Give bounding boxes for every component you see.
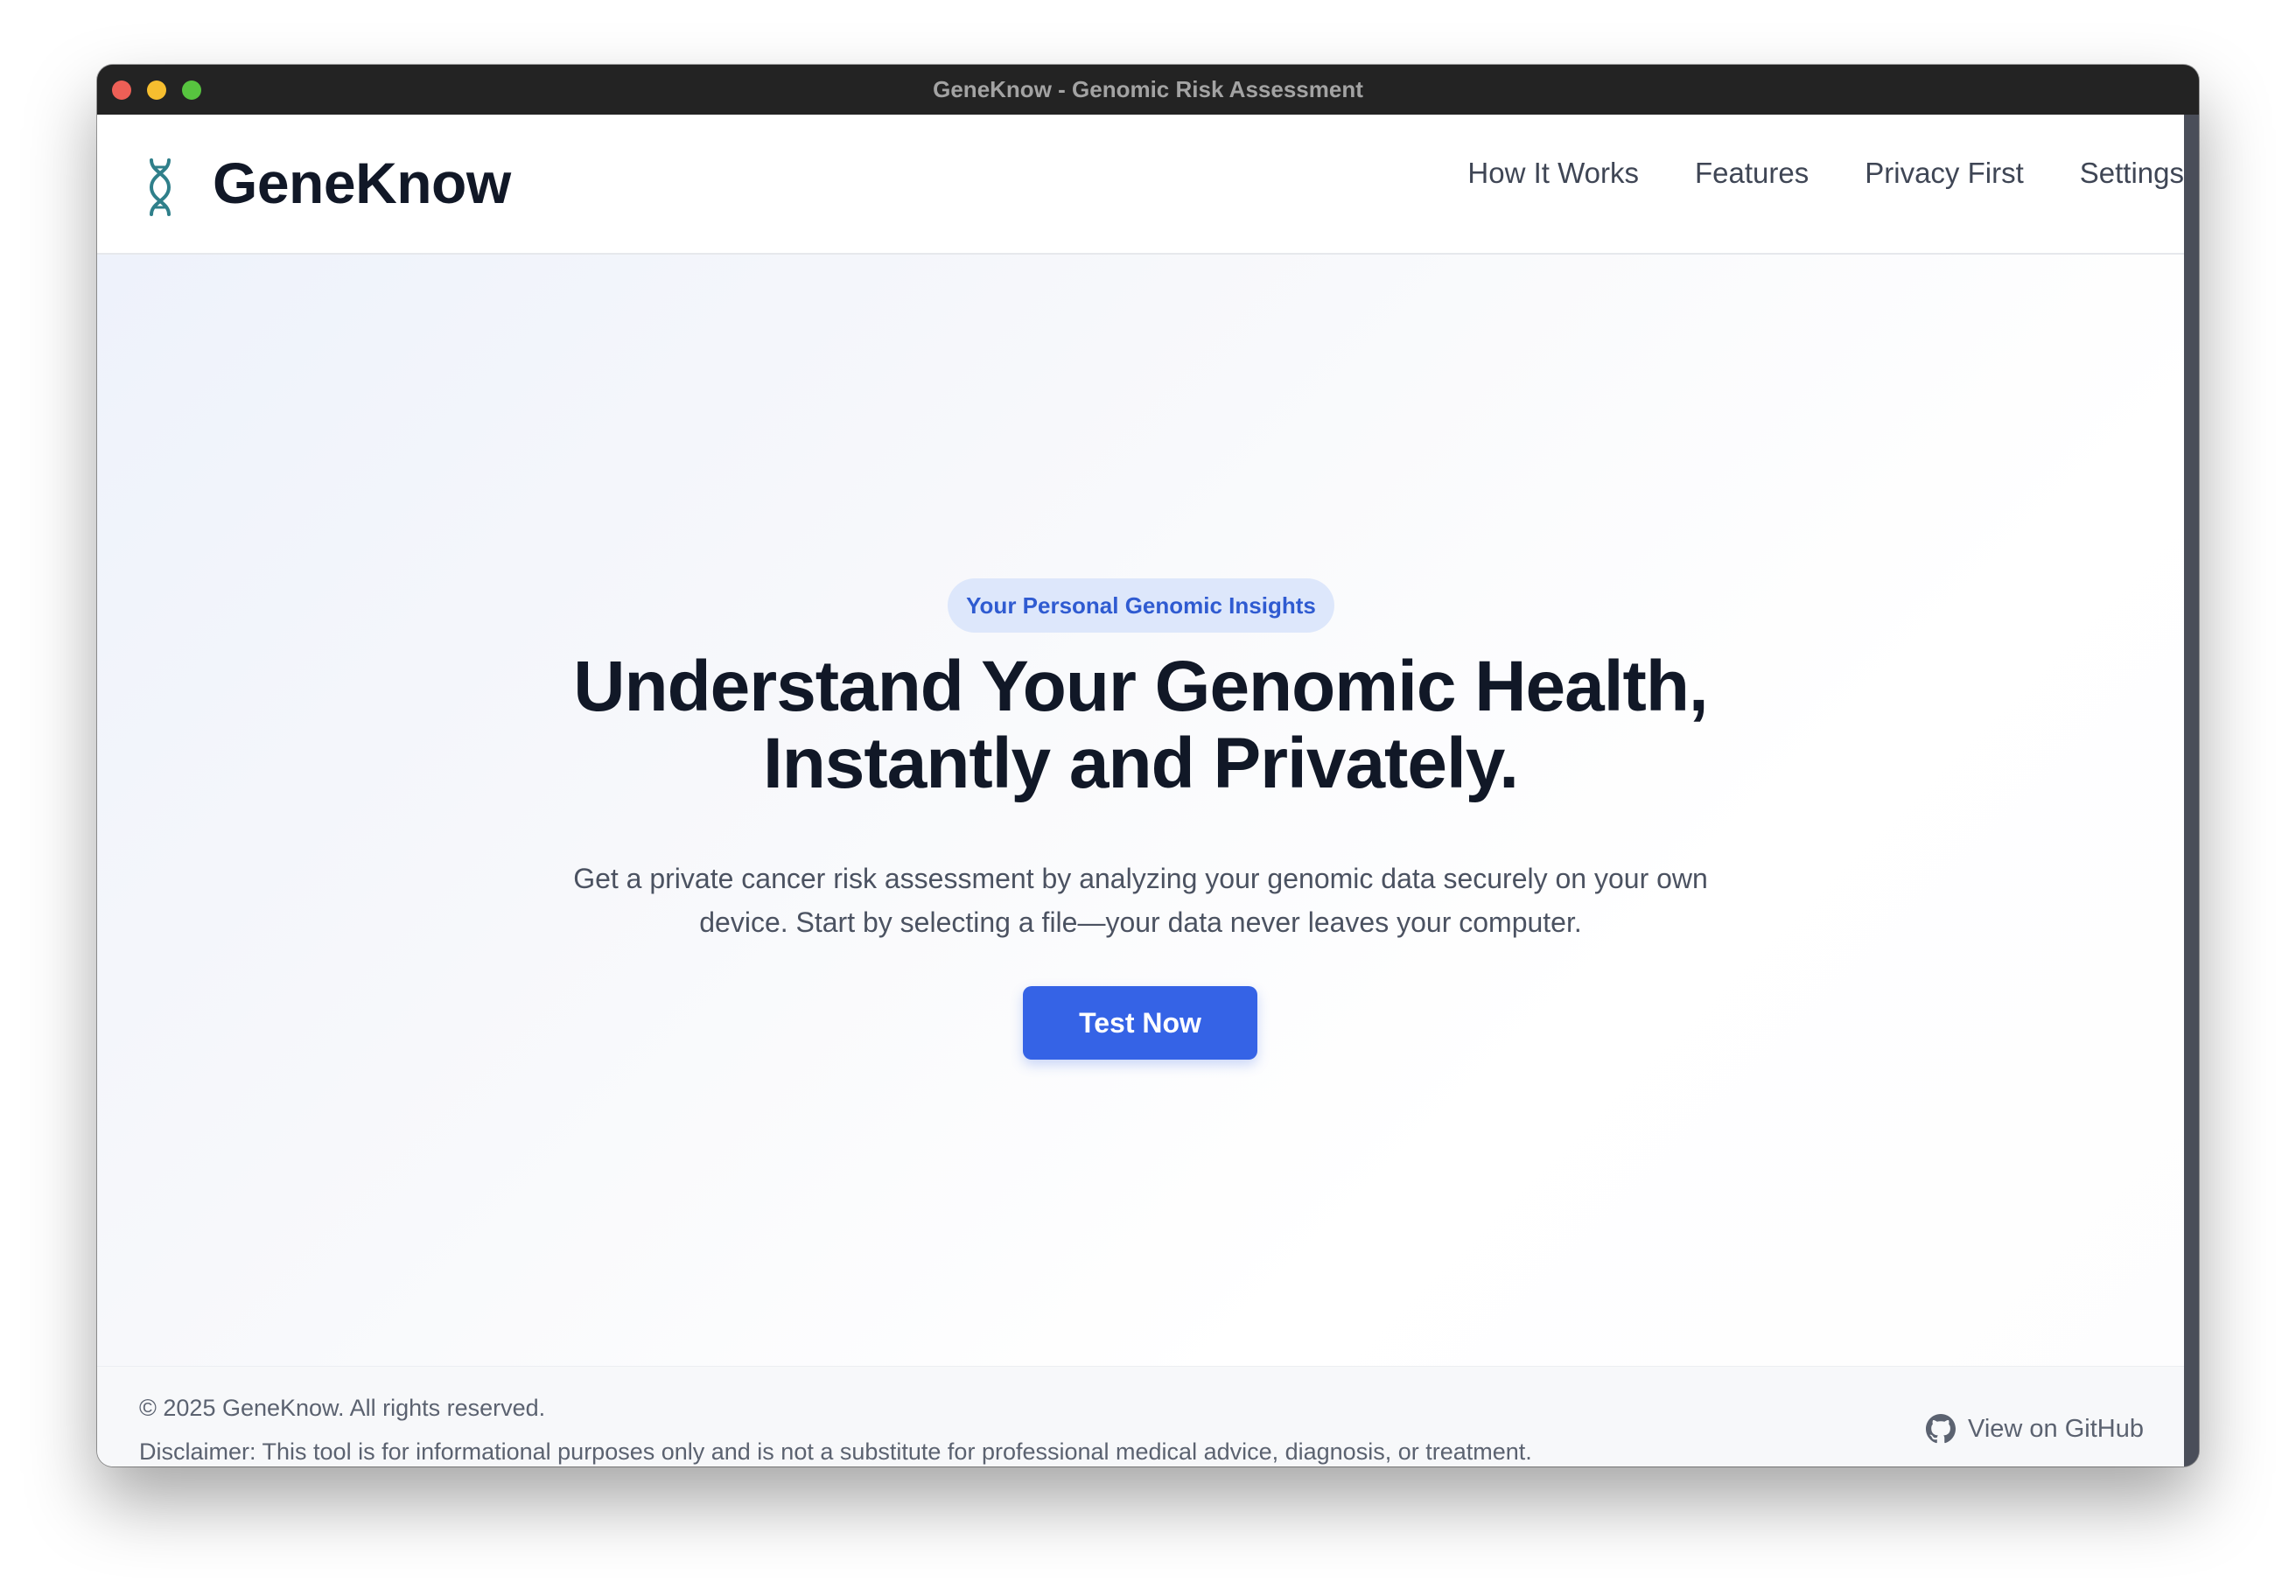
minimize-window-button[interactable] [147, 80, 166, 100]
hero-section: Your Personal Genomic Insights Understan… [97, 255, 2184, 1366]
main-nav: How It Works Features Privacy First Sett… [1411, 157, 2184, 190]
dna-icon[interactable] [144, 158, 176, 216]
window-title: GeneKnow - Genomic Risk Assessment [933, 76, 1363, 102]
title-bar: GeneKnow - Genomic Risk Assessment [97, 65, 2199, 115]
site-header: GeneKnow How It Works Features Privacy F… [97, 115, 2184, 255]
app-window: GeneKnow - Genomic Risk Assessment GeneK… [97, 65, 2199, 1466]
headline-line-1: Understand Your Genomic Health, [573, 647, 1708, 726]
hero-subtext: Get a private cancer risk assessment by … [561, 857, 1720, 944]
test-now-button[interactable]: Test Now [1023, 986, 1257, 1060]
github-label: View on GitHub [1968, 1414, 2144, 1443]
github-icon [1926, 1414, 1956, 1444]
github-link[interactable]: View on GitHub [1926, 1414, 2144, 1444]
disclaimer-text: Disclaimer: This tool is for information… [139, 1438, 1532, 1465]
page-content: GeneKnow How It Works Features Privacy F… [97, 115, 2184, 1466]
nav-how-it-works[interactable]: How It Works [1467, 157, 1639, 190]
site-footer: © 2025 GeneKnow. All rights reserved. Di… [97, 1366, 2184, 1466]
nav-features[interactable]: Features [1695, 157, 1809, 190]
subtext-line-1: Get a private cancer risk assessment by … [573, 863, 1708, 894]
hero-headline: Understand Your Genomic Health, Instantl… [97, 648, 2184, 802]
maximize-window-button[interactable] [182, 80, 201, 100]
scrollbar[interactable] [2184, 115, 2199, 1466]
nav-privacy-first[interactable]: Privacy First [1865, 157, 2024, 190]
subtext-line-2: device. Start by selecting a file—your d… [699, 906, 1582, 938]
hero-badge: Your Personal Genomic Insights [948, 578, 1334, 633]
headline-line-2: Instantly and Privately. [762, 724, 1519, 803]
brand-name[interactable]: GeneKnow [213, 150, 511, 216]
copyright-text: © 2025 GeneKnow. All rights reserved. [139, 1395, 546, 1421]
nav-settings[interactable]: Settings [2080, 157, 2184, 190]
close-window-button[interactable] [112, 80, 131, 100]
